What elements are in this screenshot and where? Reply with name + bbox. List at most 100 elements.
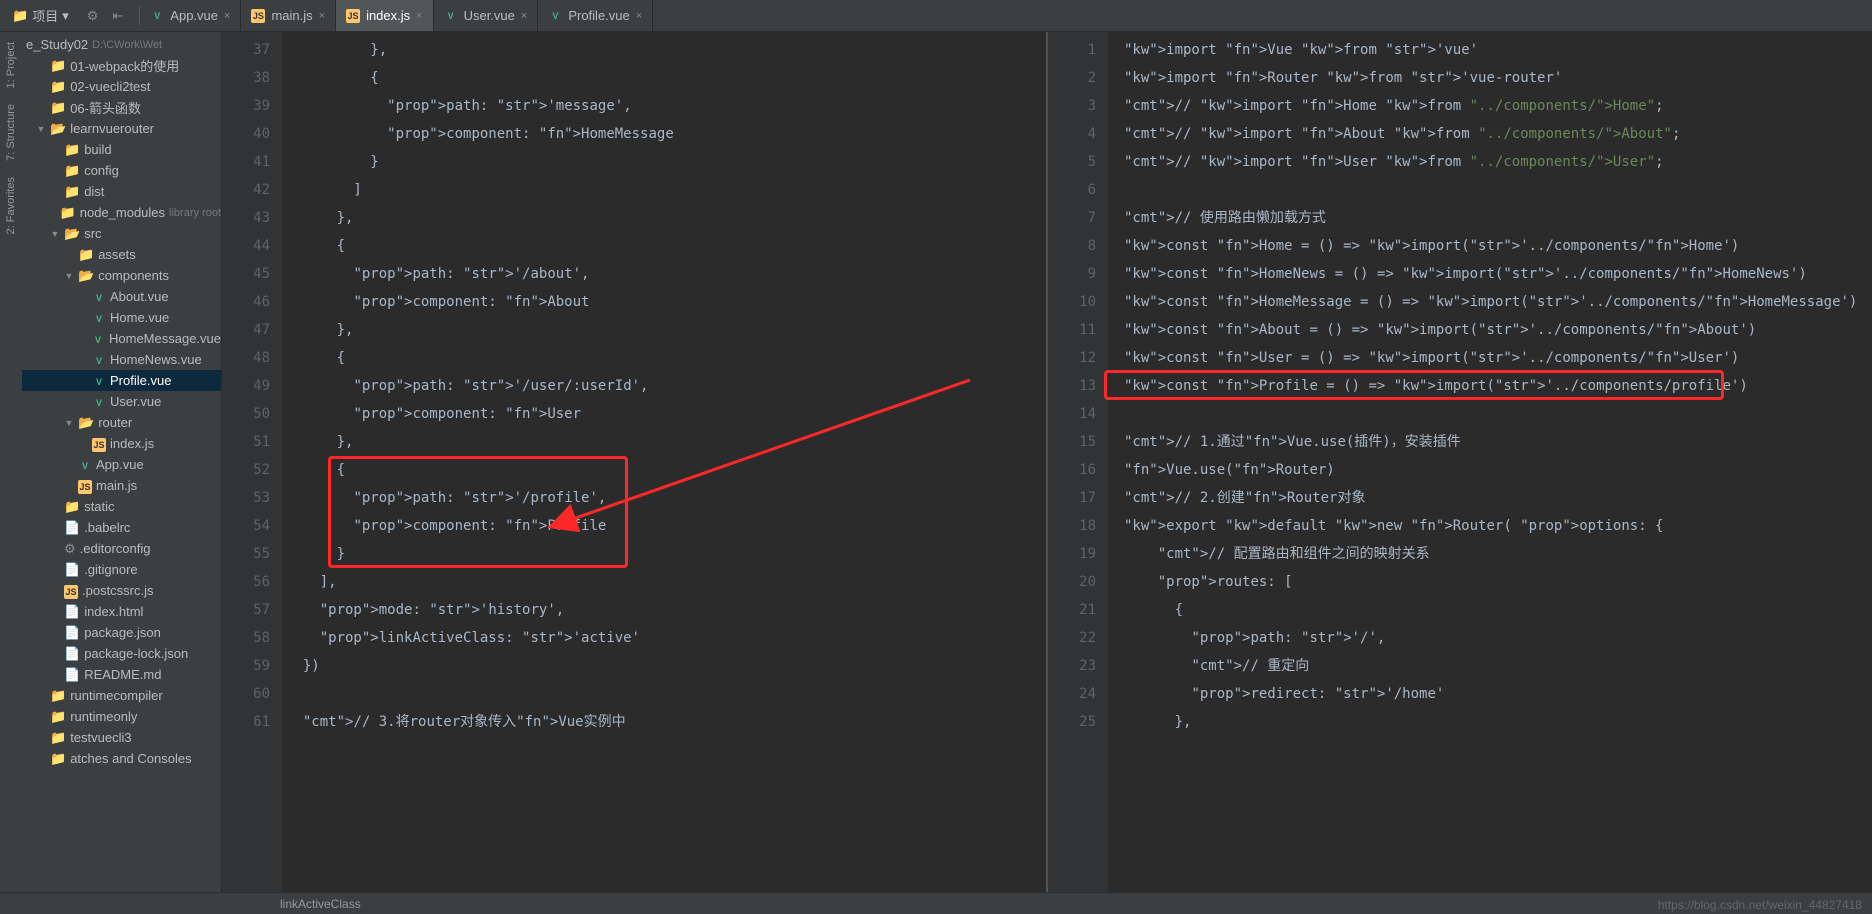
- collapse-icon[interactable]: ⇤: [108, 8, 127, 24]
- folder-icon: 📁: [50, 58, 66, 74]
- tree-item[interactable]: VHome.vue: [22, 307, 221, 328]
- tree-item[interactable]: 📄package-lock.json: [22, 643, 221, 664]
- breadcrumb-item[interactable]: linkActiveClass: [280, 897, 361, 911]
- js-icon: JS: [64, 583, 78, 599]
- tree-item[interactable]: 📁build: [22, 139, 221, 160]
- vue-icon: V: [91, 331, 105, 347]
- tree-item[interactable]: VHomeNews.vue: [22, 349, 221, 370]
- tool-tab[interactable]: 2: Favorites: [3, 169, 19, 242]
- close-icon[interactable]: ×: [319, 10, 325, 22]
- folder-icon: 📁: [12, 8, 28, 24]
- tool-tab[interactable]: 1: Project: [3, 34, 19, 96]
- tool-window-tabs: 1: Project7: Structure2: Favorites: [0, 32, 22, 892]
- project-tree[interactable]: e_Study02 D:\CWork\Wet📁01-webpack的使用📁02-…: [22, 32, 222, 892]
- tool-tab[interactable]: 7: Structure: [3, 96, 19, 169]
- close-icon[interactable]: ×: [224, 10, 230, 22]
- tree-item[interactable]: 📁01-webpack的使用: [22, 55, 221, 76]
- tree-item[interactable]: VAbout.vue: [22, 286, 221, 307]
- vue-icon: V: [92, 352, 106, 368]
- folder-open-icon: 📂: [64, 226, 80, 242]
- tab-User-vue[interactable]: VUser.vue×: [434, 0, 539, 31]
- tree-item[interactable]: 📁assets: [22, 244, 221, 265]
- tree-item[interactable]: 📄package.json: [22, 622, 221, 643]
- js-icon: JS: [78, 478, 92, 494]
- code-left[interactable]: }, { "prop">path: "str">'message', "prop…: [282, 32, 1046, 892]
- main-area: 1: Project7: Structure2: Favorites e_Stu…: [0, 32, 1872, 892]
- tree-item[interactable]: VProfile.vue: [22, 370, 221, 391]
- tree-item[interactable]: ▼📂learnvuerouter: [22, 118, 221, 139]
- tree-item[interactable]: 📁atches and Consoles: [22, 748, 221, 769]
- json-icon: 📄: [64, 625, 80, 641]
- tree-item[interactable]: VUser.vue: [22, 391, 221, 412]
- tree-item[interactable]: ▼📂src: [22, 223, 221, 244]
- tree-item[interactable]: 📁runtimecompiler: [22, 685, 221, 706]
- code-right[interactable]: "kw">import "fn">Vue "kw">from "str">'vu…: [1108, 32, 1872, 892]
- md-icon: 📄: [64, 667, 80, 683]
- breadcrumb-bar: linkActiveClass https://blog.csdn.net/we…: [0, 892, 1872, 914]
- vue-icon: V: [92, 310, 106, 326]
- gutter-left: 3738394041424344454647484950515253545556…: [222, 32, 282, 892]
- file-icon: 📄: [64, 562, 80, 578]
- folder-open-icon: 📂: [78, 415, 94, 431]
- tree-item[interactable]: JSindex.js: [22, 433, 221, 454]
- folder-icon: 📁: [64, 184, 80, 200]
- project-dropdown[interactable]: 📁 项目 ▾: [4, 6, 77, 25]
- editor-tabs: VApp.vue×JSmain.js×JSindex.js×VUser.vue×…: [140, 0, 653, 31]
- close-icon[interactable]: ×: [521, 10, 527, 22]
- close-icon[interactable]: ×: [636, 10, 642, 22]
- chevron-down-icon: ▾: [62, 8, 69, 24]
- editor-split: 3738394041424344454647484950515253545556…: [222, 32, 1872, 892]
- tree-item[interactable]: 📄.babelrc: [22, 517, 221, 538]
- js-icon: JS: [92, 436, 106, 452]
- tree-item[interactable]: VHomeMessage.vue: [22, 328, 221, 349]
- close-icon[interactable]: ×: [416, 10, 422, 22]
- tree-item[interactable]: 📁testvuecli3: [22, 727, 221, 748]
- tree-item[interactable]: 📁02-vuecli2test: [22, 76, 221, 97]
- tab-App-vue[interactable]: VApp.vue×: [140, 0, 241, 31]
- folder-icon: 📁: [60, 205, 76, 221]
- tree-item[interactable]: ▼📂components: [22, 265, 221, 286]
- folder-icon: 📁: [50, 100, 66, 116]
- tab-Profile-vue[interactable]: VProfile.vue×: [538, 0, 653, 31]
- file-icon: 📄: [64, 520, 80, 536]
- toolbar: 📁 项目 ▾ ⚙ ⇤ VApp.vue×JSmain.js×JSindex.js…: [0, 0, 1872, 32]
- gear-icon: ⚙: [64, 541, 76, 557]
- folder-icon: 📁: [64, 163, 80, 179]
- tree-item[interactable]: 📁runtimeonly: [22, 706, 221, 727]
- folder-open-icon: 📂: [78, 268, 94, 284]
- vue-icon: V: [78, 457, 92, 473]
- html-icon: 📄: [64, 604, 80, 620]
- tree-item[interactable]: 📁static: [22, 496, 221, 517]
- editor-right[interactable]: 1234567891011121314151617181920212223242…: [1046, 32, 1872, 892]
- tree-item[interactable]: 📄README.md: [22, 664, 221, 685]
- folder-icon: 📁: [78, 247, 94, 263]
- tree-item[interactable]: ▼📂router: [22, 412, 221, 433]
- folder-icon: 📁: [50, 751, 66, 767]
- vue-icon: V: [92, 373, 106, 389]
- tree-item[interactable]: 📁dist: [22, 181, 221, 202]
- gear-icon[interactable]: ⚙: [83, 8, 103, 24]
- tab-index-js[interactable]: JSindex.js×: [336, 0, 434, 31]
- vue-icon: V: [92, 394, 106, 410]
- tree-root[interactable]: e_Study02 D:\CWork\Wet: [22, 34, 221, 55]
- editor-left[interactable]: 3738394041424344454647484950515253545556…: [222, 32, 1046, 892]
- folder-icon: 📁: [50, 730, 66, 746]
- tree-item[interactable]: VApp.vue: [22, 454, 221, 475]
- project-label: 项目: [32, 6, 58, 25]
- tree-item[interactable]: 📄.gitignore: [22, 559, 221, 580]
- vue-icon: V: [92, 289, 106, 305]
- tree-item[interactable]: 📁06-箭头函数: [22, 97, 221, 118]
- tab-main-js[interactable]: JSmain.js×: [241, 0, 336, 31]
- tree-item[interactable]: ⚙.editorconfig: [22, 538, 221, 559]
- folder-icon: 📁: [50, 709, 66, 725]
- tree-item[interactable]: 📁config: [22, 160, 221, 181]
- tree-item[interactable]: 📄index.html: [22, 601, 221, 622]
- folder-icon: 📁: [50, 688, 66, 704]
- tree-item[interactable]: 📁node_modules library root: [22, 202, 221, 223]
- folder-icon: 📁: [64, 142, 80, 158]
- folder-open-icon: 📂: [50, 121, 66, 137]
- folder-icon: 📁: [64, 499, 80, 515]
- watermark: https://blog.csdn.net/weixin_44827418: [1658, 898, 1862, 912]
- tree-item[interactable]: JS.postcssrc.js: [22, 580, 221, 601]
- tree-item[interactable]: JSmain.js: [22, 475, 221, 496]
